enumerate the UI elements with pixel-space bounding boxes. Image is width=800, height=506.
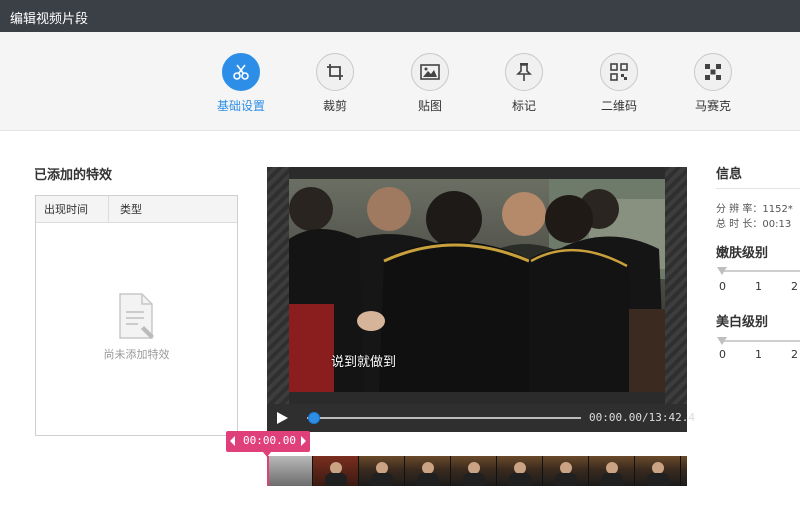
seek-handle[interactable] xyxy=(308,412,320,424)
filmstrip-frame xyxy=(497,456,543,486)
pin-icon xyxy=(505,53,543,91)
filmstrip-frame xyxy=(635,456,681,486)
marker-right-arrow-icon[interactable] xyxy=(301,436,306,446)
tick-label: 0 xyxy=(719,280,726,293)
filmstrip-frame xyxy=(681,456,687,486)
tool-label: 裁剪 xyxy=(322,99,347,113)
smooth-level-label: 嫩肤级别 xyxy=(716,246,769,261)
mosaic-icon xyxy=(694,53,732,91)
player-controls: 00:00.00/13:42.4 xyxy=(267,404,695,432)
timeline-playhead[interactable] xyxy=(267,456,269,486)
scissors-icon xyxy=(222,53,260,91)
effects-table: 出现时间 类型 尚未添加特效 xyxy=(35,195,238,436)
tick-label: 1 xyxy=(755,280,762,293)
letterbox-left xyxy=(267,167,289,404)
crop-icon xyxy=(316,53,354,91)
timeline-filmstrip[interactable] xyxy=(267,456,687,486)
tick-label: 2 xyxy=(791,280,798,293)
tool-label: 标记 xyxy=(511,99,536,113)
tool-label: 马赛克 xyxy=(694,99,731,113)
tool-sticker[interactable]: 贴图 xyxy=(390,53,470,114)
tool-label: 贴图 xyxy=(417,99,442,113)
image-icon xyxy=(411,53,449,91)
smooth-level-handle[interactable] xyxy=(717,267,727,275)
tool-label: 二维码 xyxy=(600,99,637,113)
whiten-level-handle[interactable] xyxy=(717,337,727,345)
column-divider xyxy=(108,196,109,222)
filmstrip-frame xyxy=(543,456,589,486)
play-icon[interactable] xyxy=(275,411,289,428)
info-resolution: 分 辨 率：1152* xyxy=(716,200,793,215)
effects-title: 已添加的特效 xyxy=(34,168,113,183)
title-bar: 编辑视频片段 xyxy=(0,0,800,32)
tool-qrcode[interactable]: 二维码 xyxy=(579,53,659,114)
video-subtitle: 说到就做到 xyxy=(331,355,397,370)
effects-table-header: 出现时间 类型 xyxy=(36,196,237,223)
tick-label: 0 xyxy=(719,348,726,361)
letterbox-right xyxy=(665,167,687,404)
tool-crop[interactable]: 裁剪 xyxy=(295,53,375,114)
marker-left-arrow-icon[interactable] xyxy=(230,436,235,446)
whiten-level-track[interactable] xyxy=(722,340,800,342)
filmstrip-frame xyxy=(451,456,497,486)
edit-toolbar: 基础设置 裁剪 贴图 标记 二维码 马赛克 xyxy=(0,32,800,131)
seek-track[interactable] xyxy=(307,417,581,419)
empty-document-icon xyxy=(118,292,158,343)
tick-label: 2 xyxy=(791,348,798,361)
tool-mosaic[interactable]: 马赛克 xyxy=(673,53,753,114)
filmstrip-frame xyxy=(589,456,635,486)
filmstrip-frame xyxy=(359,456,405,486)
tool-label: 基础设置 xyxy=(216,99,265,113)
empty-state-text: 尚未添加特效 xyxy=(103,348,170,361)
duration-value: 00:13 xyxy=(762,219,792,230)
marker-time: 00:00.00 xyxy=(243,434,296,447)
filmstrip-frame xyxy=(313,456,359,486)
resolution-value: 1152* xyxy=(762,204,793,215)
video-frame[interactable]: 说到就做到 xyxy=(289,179,665,392)
info-divider xyxy=(716,188,800,189)
tool-basic-settings[interactable]: 基础设置 xyxy=(201,53,281,114)
filmstrip-frame xyxy=(267,456,313,486)
tool-mark[interactable]: 标记 xyxy=(484,53,564,114)
duration-label: 总 时 长： xyxy=(716,219,763,230)
resolution-label: 分 辨 率： xyxy=(716,204,763,215)
window-title: 编辑视频片段 xyxy=(10,12,89,27)
qrcode-icon xyxy=(600,53,638,91)
column-type: 类型 xyxy=(120,203,142,216)
filmstrip-frame xyxy=(405,456,451,486)
info-duration: 总 时 长：00:13 xyxy=(716,215,791,230)
video-player: 说到就做到 00:00.00/13:42.4 xyxy=(267,167,695,432)
whiten-level-label: 美白级别 xyxy=(716,315,769,330)
tick-label: 1 xyxy=(755,348,762,361)
playback-time: 00:00.00/13:42.4 xyxy=(589,411,695,424)
info-title: 信息 xyxy=(716,167,743,182)
column-time: 出现时间 xyxy=(44,203,88,216)
trim-marker[interactable]: 00:00.00 xyxy=(226,431,310,452)
smooth-level-track[interactable] xyxy=(722,270,800,272)
